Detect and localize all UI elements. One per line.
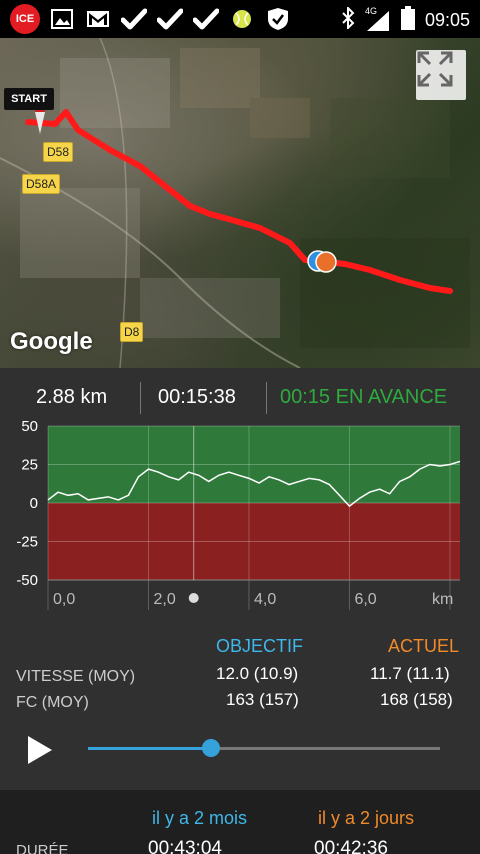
duration-value-1: 00:43:04 [148,838,222,854]
target-column-header: OBJECTIF [216,636,304,656]
elapsed-time-value: 00:15:38 [158,386,236,408]
expand-icon [417,51,453,87]
ice-icon[interactable]: ICE [10,4,40,34]
road-label-d58a: D58A [22,174,61,194]
y-tick-label: 0 [30,495,38,512]
playback-slider[interactable] [88,739,440,757]
play-icon [28,736,52,764]
signal-icon: 4G [365,6,391,32]
stats-divider [266,382,267,414]
duration-row-label: DURÉE [16,842,69,854]
play-button[interactable] [22,732,58,768]
status-bar: ICE 4G 09:05 [0,0,480,38]
y-tick-label: 25 [21,457,38,474]
chart-canvas: 50 25 0 -25 -50 0,0 2,0 4,0 6,0 km [16,418,461,610]
route-map[interactable]: START D58 D58A D8 Google [0,38,480,368]
speed-target-value: 12.0 (10.9) [216,664,299,683]
distance-value: 2.88 km [36,386,108,408]
road-label-d58: D58 [43,142,74,162]
y-tick-label: -25 [16,534,38,551]
speed-row-label: VITESSE (MOY) [16,668,136,685]
x-tick-label: 0,0 [53,591,75,608]
y-tick-label: 50 [21,418,38,435]
pace-difference-chart[interactable]: 50 25 0 -25 -50 0,0 2,0 4,0 6,0 km [0,418,480,618]
x-tick-label: 2,0 [153,591,175,608]
start-label: START [4,88,54,110]
actual-position-marker [315,251,337,273]
history-col-1-header: il y a 2 mois [152,808,248,828]
check-icon[interactable] [156,5,184,33]
check-icon[interactable] [192,5,220,33]
history-panel: il y a 2 mois il y a 2 jours DURÉE 00:43… [0,790,480,854]
tennis-ball-icon[interactable] [228,5,256,33]
x-tick-label: 6,0 [354,591,376,608]
speed-actual-value: 11.7 (11.1) [370,664,450,683]
check-icon[interactable] [120,5,148,33]
heart-rate-target-value: 163 (157) [226,690,299,709]
heart-rate-row-label: FC (MOY) [16,694,89,711]
x-tick-label: 4,0 [254,591,276,608]
bluetooth-icon [341,5,355,34]
actual-column-header: ACTUEL [388,636,460,656]
y-tick-label: -50 [16,572,38,589]
battery-icon [400,6,415,35]
clock: 09:05 [424,10,470,30]
map-imagery [0,38,470,368]
fullscreen-button[interactable] [416,50,466,100]
google-logo: Google [10,328,93,355]
duration-value-2: 00:42:36 [314,838,388,854]
heart-rate-actual-value: 168 (158) [380,690,453,709]
history-col-2-header: il y a 2 jours [318,808,415,828]
pace-status-value: 00:15 EN AVANCE [280,386,448,408]
shield-icon[interactable] [264,5,292,33]
stats-divider [140,382,141,414]
road-label-d8: D8 [120,322,144,342]
network-type: 4G [364,5,377,16]
ice-label: ICE [15,13,35,25]
slider-thumb[interactable] [202,739,221,757]
image-icon[interactable] [48,5,76,33]
gmail-icon[interactable] [84,5,112,33]
slider-fill [88,747,212,750]
x-unit-label: km [432,591,453,608]
position-cursor-dot [188,593,199,603]
